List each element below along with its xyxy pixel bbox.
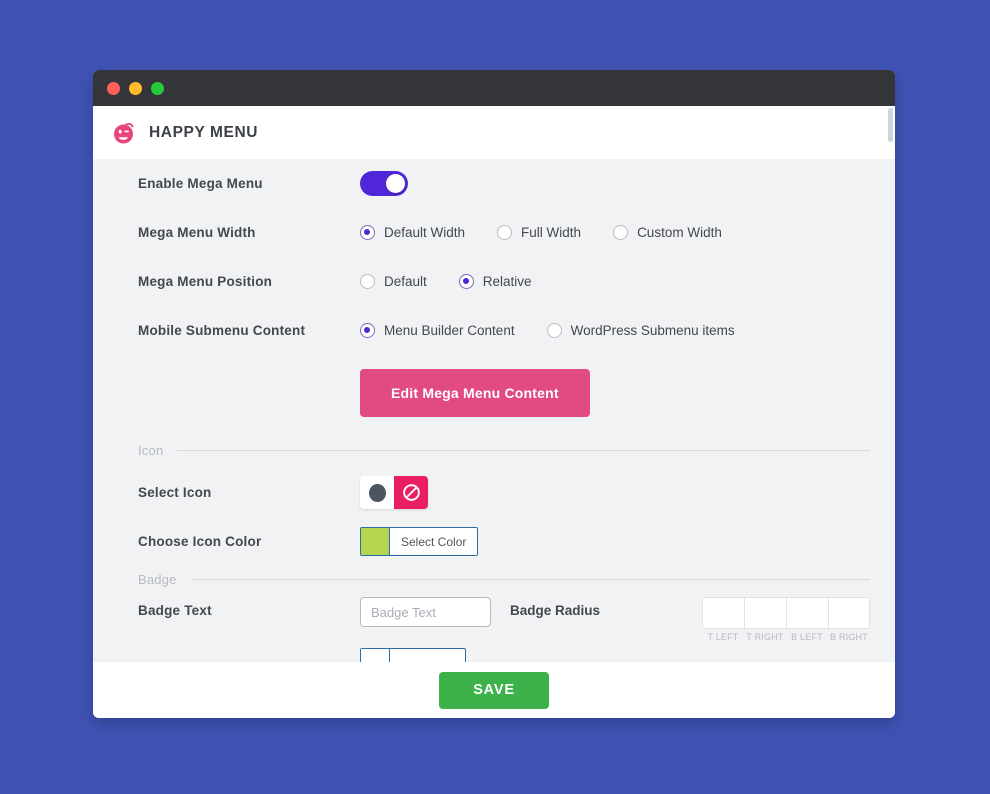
caption-bottom-right: B RIGHT (830, 632, 868, 642)
settings-panel: Enable Mega Menu Mega Menu Width Default… (93, 159, 895, 662)
happy-face-logo-icon (114, 122, 134, 143)
radio-menu-builder-content[interactable]: Menu Builder Content (360, 323, 515, 338)
caption-top-left: T LEFT (707, 632, 739, 642)
radio-mark-icon (613, 225, 629, 240)
label-mobile-submenu-content: Mobile Submenu Content (138, 323, 306, 338)
section-divider-icon: Icon (138, 443, 870, 458)
radio-label: Default Width (384, 225, 466, 240)
maximize-window-button[interactable] (151, 81, 164, 95)
radio-label: WordPress Submenu items (570, 323, 735, 338)
radio-mark-icon (360, 323, 375, 338)
edit-mega-menu-content-row: Edit Mega Menu Content (138, 355, 870, 437)
radio-label: Relative (482, 274, 532, 289)
badge-radius-group: T LEFT T RIGHT B LEFT B RIGHT (702, 597, 870, 642)
filled-circle-icon (368, 483, 386, 502)
radio-position-relative[interactable]: Relative (458, 274, 532, 289)
label-badge-radius: Badge Radius (510, 603, 601, 618)
badge-radius-bottom-right-input[interactable] (828, 597, 870, 629)
row-mega-menu-position: Mega Menu Position Default Relative (138, 257, 870, 306)
section-divider-badge: Badge (138, 572, 870, 587)
radio-mark-icon (546, 323, 562, 338)
color-swatch[interactable] (361, 528, 390, 555)
window-titlebar (93, 70, 895, 106)
app-header: HAPPY MENU (93, 106, 895, 159)
radio-label: Menu Builder Content (384, 323, 515, 338)
radio-custom-width[interactable]: Custom Width (613, 225, 722, 240)
badge-radius-bottom-left-input[interactable] (786, 597, 828, 629)
edit-mega-menu-content-button[interactable]: Edit Mega Menu Content (360, 369, 590, 417)
caption-bottom-left: B LEFT (791, 632, 823, 642)
clear-icon-button[interactable] (394, 476, 428, 509)
radio-label: Default (384, 274, 427, 289)
minimize-window-button[interactable] (129, 81, 142, 95)
mega-menu-width-radio-group: Default Width Full Width Custom Width (360, 225, 722, 240)
row-mega-menu-width: Mega Menu Width Default Width Full Width… (138, 208, 870, 257)
radio-label: Custom Width (637, 225, 722, 240)
radio-mark-icon (360, 274, 375, 289)
footer-bar: SAVE (93, 662, 895, 718)
no-entry-icon (402, 484, 420, 501)
label-badge-text: Badge Text (138, 603, 212, 618)
divider-line (177, 450, 870, 451)
save-button[interactable]: SAVE (439, 671, 549, 709)
section-label-icon: Icon (138, 443, 164, 458)
select-icon-picker[interactable] (360, 476, 428, 509)
caption-top-right: T RIGHT (746, 632, 784, 642)
close-window-button[interactable] (107, 81, 120, 95)
color-swatch[interactable] (361, 649, 390, 662)
radio-mark-icon (497, 225, 513, 240)
divider-line (190, 579, 870, 580)
row-mobile-submenu-content: Mobile Submenu Content Menu Builder Cont… (138, 306, 870, 355)
badge-text-input[interactable] (360, 597, 491, 627)
label-mega-menu-position: Mega Menu Position (138, 274, 273, 289)
label-select-icon: Select Icon (138, 485, 212, 500)
radio-mark-icon (458, 274, 474, 289)
row-enable-mega-menu: Enable Mega Menu (138, 159, 870, 208)
icon-color-picker[interactable]: Select Color (360, 527, 479, 556)
badge-radius-inputs (702, 597, 870, 629)
label-enable-mega-menu: Enable Mega Menu (138, 176, 263, 191)
mega-menu-position-radio-group: Default Relative (360, 274, 532, 289)
row-badge: Badge Text Badge Radius T LEFT T RIGHT B… (138, 597, 870, 646)
radio-full-width[interactable]: Full Width (497, 225, 581, 240)
enable-mega-menu-toggle[interactable] (360, 171, 408, 196)
row-choose-icon-color: Choose Icon Color Select Color (138, 517, 870, 566)
app-window: HAPPY MENU Enable Mega Menu Mega Menu Wi… (93, 70, 895, 718)
badge-radius-top-right-input[interactable] (744, 597, 786, 629)
section-label-badge: Badge (138, 572, 177, 587)
toggle-knob (386, 174, 405, 193)
icon-preview[interactable] (360, 476, 394, 509)
radio-position-default[interactable]: Default (360, 274, 427, 289)
row-select-icon: Select Icon (138, 468, 870, 517)
label-mega-menu-width: Mega Menu Width (138, 225, 256, 240)
radio-mark-icon (360, 225, 375, 240)
badge-color-picker-clipped[interactable] (360, 648, 466, 662)
label-choose-icon-color: Choose Icon Color (138, 534, 262, 549)
page-title: HAPPY MENU (149, 123, 259, 141)
select-color-label: Select Color (401, 534, 467, 549)
vertical-scrollbar-thumb[interactable] (888, 108, 893, 142)
radio-label: Full Width (521, 225, 582, 240)
radio-wordpress-submenu-items[interactable]: WordPress Submenu items (546, 323, 735, 338)
mobile-submenu-radio-group: Menu Builder Content WordPress Submenu i… (360, 323, 735, 338)
radio-default-width[interactable]: Default Width (360, 225, 465, 240)
badge-radius-captions: T LEFT T RIGHT B LEFT B RIGHT (702, 632, 870, 642)
badge-radius-top-left-input[interactable] (702, 597, 744, 629)
